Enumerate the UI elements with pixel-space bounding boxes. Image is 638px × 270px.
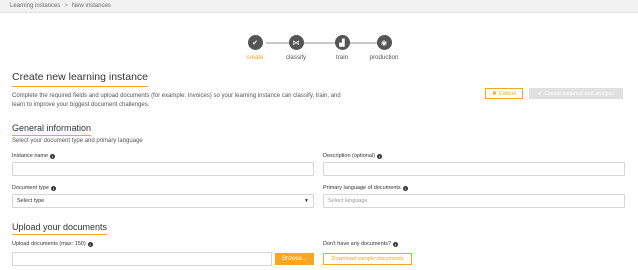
general-section-subtitle: Select your document type and primary la… [12, 138, 143, 144]
step-label: train [335, 54, 349, 61]
classify-icon: ⋈ [288, 35, 304, 50]
instance-name-label-text: Instance name [12, 153, 49, 159]
train-icon: ▟ [334, 35, 350, 50]
upload-file-input[interactable] [12, 252, 272, 266]
info-icon[interactable]: i [50, 153, 56, 159]
step-label: production [369, 54, 399, 61]
cancel-button[interactable]: ✖ Cancel [485, 88, 523, 99]
language-placeholder: Select language [328, 198, 368, 204]
step-classify: ⋈ classify [276, 35, 316, 61]
info-icon[interactable]: i [393, 241, 399, 247]
language-label-text: Primary language of documents [323, 185, 401, 191]
step-label: classify [285, 54, 307, 61]
check-icon: ✔ [537, 90, 543, 97]
instance-name-input[interactable] [12, 162, 314, 176]
info-icon[interactable]: i [376, 153, 382, 159]
download-samples-button[interactable]: Download sample documents [323, 253, 412, 265]
caret-down-icon: ▼ [304, 198, 309, 204]
language-select[interactable]: Select language [323, 194, 625, 208]
description-label: Description (optional) i [323, 153, 382, 159]
document-type-label-text: Document type [12, 185, 49, 191]
page-description: Complete the required fields and upload … [12, 93, 341, 108]
general-section-title: General information [12, 123, 92, 136]
breadcrumb-separator: > [64, 3, 68, 9]
browse-button[interactable]: Browse... [275, 253, 314, 265]
production-icon: ◉ [376, 35, 392, 50]
info-icon[interactable]: i [402, 185, 408, 191]
create-label: Create instance and analyze [544, 90, 615, 97]
step-create: ✔ create [235, 35, 275, 61]
check-icon: ✔ [247, 35, 263, 50]
info-icon[interactable]: i [51, 185, 56, 191]
sample-question: Don't have any documents? i [323, 241, 399, 247]
step-production: ◉ production [364, 35, 404, 61]
sample-question-text: Don't have any documents? [323, 241, 392, 247]
breadcrumb-current: New instances [71, 3, 111, 9]
upload-label-text: Upload documents (max: 150) [12, 241, 86, 247]
upload-section-title: Upload your documents [12, 222, 108, 235]
language-label: Primary language of documents i [323, 185, 408, 191]
progress-steps: ✔ create ⋈ classify ▟ train ◉ production [238, 35, 398, 65]
cancel-label: Cancel [498, 90, 516, 97]
description-label-text: Description (optional) [323, 153, 375, 159]
info-icon[interactable]: i [87, 241, 93, 247]
page-title: Create new learning instance [12, 71, 148, 87]
create-instance-button[interactable]: ✔ Create instance and analyze [529, 88, 623, 99]
document-type-label: Document type i [12, 185, 56, 191]
close-icon: ✖ [492, 90, 497, 97]
document-type-select[interactable]: Select type ▼ [12, 194, 314, 208]
upload-label: Upload documents (max: 150) i [12, 241, 93, 247]
breadcrumb-parent[interactable]: Learning instances [10, 3, 60, 9]
instance-name-label: Instance name i [12, 153, 56, 159]
step-train: ▟ train [322, 35, 362, 61]
document-type-value: Select type [17, 198, 45, 204]
step-label: create [246, 54, 264, 61]
description-input[interactable] [323, 162, 625, 176]
breadcrumb: Learning instances > New instances [0, 0, 638, 13]
